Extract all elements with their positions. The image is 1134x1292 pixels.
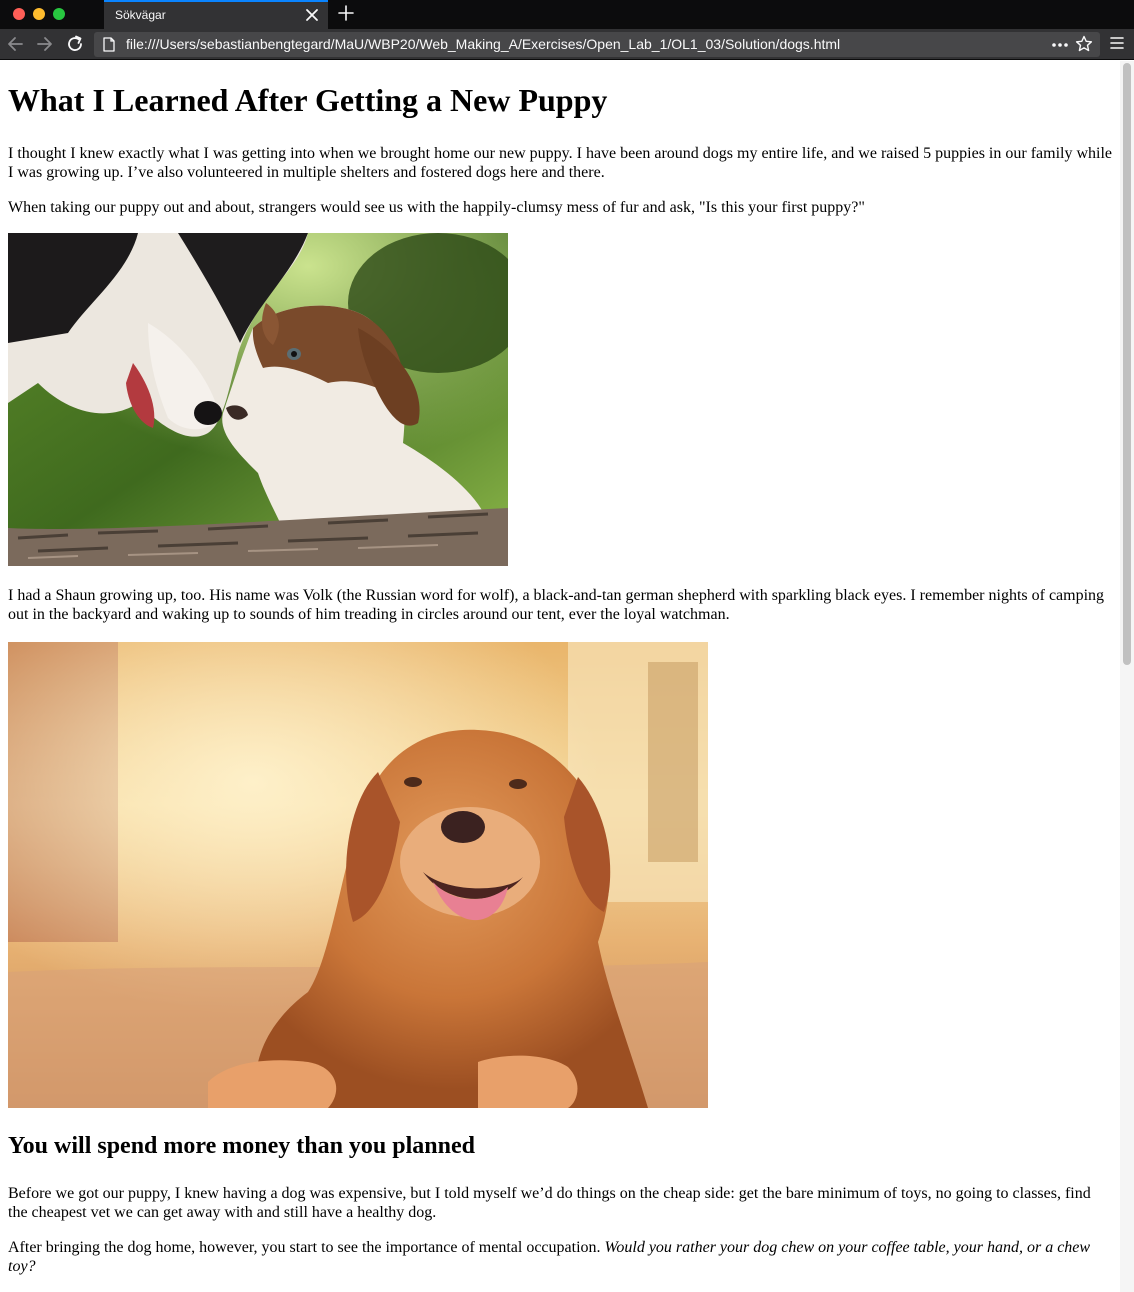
vertical-scrollbar[interactable] bbox=[1120, 61, 1134, 1292]
new-tab-icon[interactable] bbox=[337, 4, 355, 22]
maximize-window-button[interactable] bbox=[53, 8, 65, 20]
scrollbar-thumb[interactable] bbox=[1123, 63, 1131, 665]
first-puppy-paragraph: When taking our puppy out and about, str… bbox=[8, 199, 865, 216]
bookmark-star-icon[interactable] bbox=[1075, 35, 1093, 53]
url-text[interactable]: file:///Users/sebastianbengtegard/MaU/WB… bbox=[126, 36, 840, 52]
volk-paragraph: I had a Shaun growing up, too. His name … bbox=[8, 587, 1105, 623]
mental-occupation-paragraph: After bringing the dog home, however, yo… bbox=[8, 1238, 1112, 1276]
puppy-photo bbox=[8, 233, 508, 566]
minimize-window-button[interactable] bbox=[33, 8, 45, 20]
address-bar[interactable]: file:///Users/sebastianbengtegard/MaU/WB… bbox=[94, 32, 1100, 57]
money-paragraph: Before we got our puppy, I knew having a… bbox=[8, 1185, 1091, 1221]
close-tab-icon[interactable] bbox=[304, 7, 320, 23]
intro-paragraph: I thought I knew exactly what I was gett… bbox=[8, 145, 1113, 181]
tab-title: Sökvägar bbox=[115, 8, 166, 22]
navigation-toolbar: file:///Users/sebastianbengtegard/MaU/WB… bbox=[0, 29, 1134, 60]
menu-icon[interactable] bbox=[1110, 36, 1124, 50]
section-heading: You will spend more money than you plann… bbox=[8, 1133, 475, 1159]
reload-icon[interactable] bbox=[65, 34, 85, 54]
page-actions-icon[interactable] bbox=[1051, 37, 1069, 53]
back-arrow-icon[interactable] bbox=[6, 34, 26, 54]
mental-occupation-text: After bringing the dog home, however, yo… bbox=[8, 1239, 605, 1256]
golden-retriever-photo bbox=[8, 642, 708, 1108]
close-window-button[interactable] bbox=[13, 8, 25, 20]
window-titlebar: Sökvägar bbox=[0, 0, 1134, 29]
article-title: What I Learned After Getting a New Puppy bbox=[8, 82, 608, 118]
forward-arrow-icon[interactable] bbox=[34, 34, 54, 54]
page-icon bbox=[103, 37, 115, 52]
page-content: What I Learned After Getting a New Puppy… bbox=[0, 61, 1120, 1292]
browser-tab[interactable]: Sökvägar bbox=[104, 0, 328, 29]
